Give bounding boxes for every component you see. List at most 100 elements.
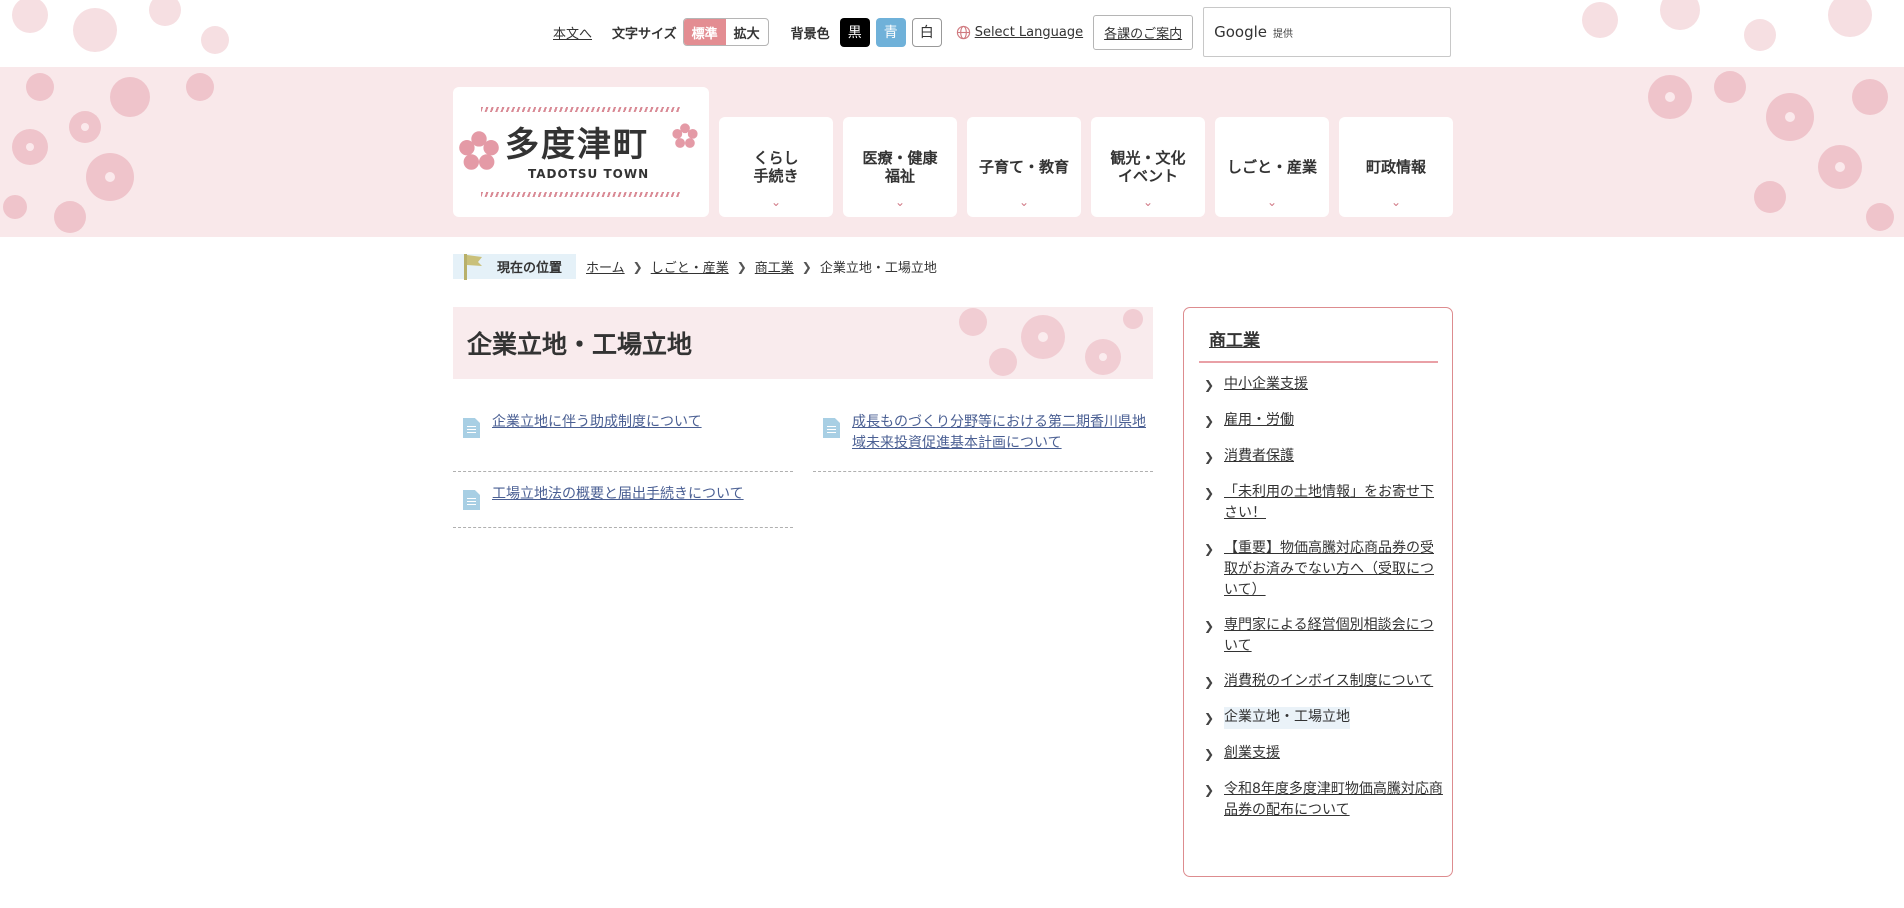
sidebar-item: ❯ 創業支援 — [1204, 743, 1444, 765]
select-language-link[interactable]: Select Language — [956, 25, 1083, 40]
sidebar-item: ❯ 消費者保護 — [1204, 446, 1444, 468]
breadcrumb: 現在の位置 ホーム ❯ しごと・産業 ❯ 商工業 ❯ 企業立地・工場立地 — [453, 254, 937, 280]
bg-white-button[interactable]: 白 — [911, 17, 942, 47]
google-brand: Google — [1214, 23, 1268, 41]
nav-item-education[interactable]: 子育て・教育 ⌄ — [967, 117, 1081, 217]
chevron-down-icon: ⌄ — [1390, 195, 1402, 209]
chevron-right-icon: ❯ — [736, 259, 747, 274]
font-size-label: 文字サイズ — [612, 26, 677, 42]
sidebar-item: ❯ 令和8年度多度津町物価高騰対応商品券の配布について — [1204, 779, 1444, 821]
breadcrumb-home[interactable]: ホーム — [586, 257, 625, 276]
sidebar-item: ❯ 専門家による経営個別相談会について — [1204, 615, 1444, 657]
nav-item-living[interactable]: くらし 手続き ⌄ — [719, 117, 833, 217]
font-large-button[interactable]: 拡大 — [726, 19, 768, 45]
list-item: 企業立地に伴う助成制度について — [453, 406, 793, 472]
nav-label: 町政情報 — [1365, 158, 1426, 176]
font-standard-button[interactable]: 標準 — [683, 19, 726, 45]
sidebar-link[interactable]: 消費税のインボイス制度について — [1224, 671, 1433, 693]
sidebar-item: ❯ 「未利用の土地情報」をお寄せ下さい！ — [1204, 482, 1444, 524]
list-item: 成長ものづくり分野等における第二期香川県地域未来投資促進基本計画について — [813, 406, 1153, 472]
sidebar-link[interactable]: 【重要】物価高騰対応商品券の受取がお済みでない方へ（受取について） — [1224, 538, 1444, 601]
sidebar-title-link[interactable]: 商工業 — [1209, 326, 1260, 351]
utility-bar: 本文へ 文字サイズ 標準 拡大 背景色 黒 青 白 Select Languag… — [0, 0, 1904, 67]
sakura-decoration-left — [12, 0, 229, 54]
page-link[interactable]: 工場立地法の概要と届出手続きについて — [492, 484, 744, 515]
nav-item-health[interactable]: 医療・健康 福祉 ⌄ — [843, 117, 957, 217]
sidebar-link[interactable]: 専門家による経営個別相談会について — [1224, 615, 1444, 657]
flag-icon — [464, 254, 482, 280]
document-icon — [463, 418, 480, 438]
breadcrumb-commerce[interactable]: 商工業 — [755, 257, 794, 276]
chevron-right-icon: ❯ — [1204, 783, 1215, 797]
skip-to-content-link[interactable]: 本文へ — [553, 23, 592, 42]
sakura-icon — [459, 131, 499, 170]
chevron-right-icon: ❯ — [1204, 414, 1215, 428]
chevron-right-icon: ❯ — [1204, 711, 1215, 725]
nav-label: 医療・健康 福祉 — [862, 149, 938, 185]
sidebar-link[interactable]: 令和8年度多度津町物価高騰対応商品券の配布について — [1224, 779, 1444, 821]
chevron-right-icon: ❯ — [632, 259, 643, 274]
page-title: 企業立地・工場立地 — [467, 330, 693, 359]
google-provided-label: 提供 — [1273, 28, 1294, 40]
nav-item-business[interactable]: しごと・産業 ⌄ — [1215, 117, 1329, 217]
page-link[interactable]: 成長ものづくり分野等における第二期香川県地域未来投資促進基本計画について — [852, 412, 1153, 459]
chevron-right-icon: ❯ — [1204, 486, 1215, 500]
logo-stripe-top — [481, 107, 681, 112]
logo-stripe-bottom — [481, 192, 681, 197]
logo-title: 多度津町 — [505, 125, 649, 165]
sidebar-link[interactable]: 中小企業支援 — [1224, 374, 1308, 396]
sidebar-link[interactable]: 創業支援 — [1224, 743, 1280, 765]
sidebar-link[interactable]: 消費者保護 — [1224, 446, 1294, 468]
document-icon — [463, 490, 480, 510]
breadcrumb-items: ホーム ❯ しごと・産業 ❯ 商工業 ❯ 企業立地・工場立地 — [586, 257, 937, 277]
list-item: 工場立地法の概要と届出手続きについて — [453, 478, 793, 528]
nav-label: しごと・産業 — [1226, 158, 1317, 176]
sidebar-link[interactable]: 雇用・労働 — [1224, 410, 1294, 432]
sidebar-item: ❯ 雇用・労働 — [1204, 410, 1444, 432]
breadcrumb-label-box: 現在の位置 — [453, 254, 577, 280]
sidebar-current-page: 企業立地・工場立地 — [1224, 707, 1350, 729]
document-icon — [823, 418, 840, 438]
sakura-title-decoration — [959, 308, 1143, 376]
sakura-decoration-right — [1582, 0, 1872, 51]
sidebar-item: ❯ 中小企業支援 — [1204, 374, 1444, 396]
chevron-right-icon: ❯ — [1204, 450, 1215, 464]
sakura-small-icon — [672, 123, 698, 148]
sidebar-item: ❯ 消費税のインボイス制度について — [1204, 671, 1444, 693]
chevron-right-icon: ❯ — [1204, 542, 1215, 556]
bg-black-button[interactable]: 黒 — [839, 17, 870, 47]
chevron-right-icon: ❯ — [1204, 619, 1215, 633]
sidebar-divider — [1199, 361, 1438, 363]
chevron-down-icon: ⌄ — [894, 195, 906, 209]
sidebar-link[interactable]: 「未利用の土地情報」をお寄せ下さい！ — [1224, 482, 1444, 524]
nav-item-tourism[interactable]: 観光・文化 イベント ⌄ — [1091, 117, 1205, 217]
town-logo[interactable]: 多度津町 TADOTSU TOWN — [453, 87, 709, 217]
breadcrumb-business[interactable]: しごと・産業 — [651, 257, 729, 276]
sidebar-local-nav: 商工業 ❯ 中小企業支援 ❯ 雇用・労働 ❯ 消費者保護 ❯ 「未利用の土地情報… — [1183, 307, 1453, 877]
chevron-right-icon: ❯ — [1204, 675, 1215, 689]
nav-label: 観光・文化 イベント — [1110, 149, 1186, 185]
chevron-right-icon: ❯ — [1204, 378, 1215, 392]
sidebar-list: ❯ 中小企業支援 ❯ 雇用・労働 ❯ 消費者保護 ❯ 「未利用の土地情報」をお寄… — [1204, 374, 1444, 835]
bg-color-label: 背景色 — [790, 26, 830, 42]
chevron-down-icon: ⌄ — [1266, 195, 1278, 209]
global-nav: くらし 手続き ⌄ 医療・健康 福祉 ⌄ 子育て・教育 ⌄ 観光・文化 イベント… — [719, 117, 1453, 217]
breadcrumb-current: 企業立地・工場立地 — [819, 261, 937, 276]
chevron-down-icon: ⌄ — [1142, 195, 1154, 209]
site-search-box[interactable]: Google 提供 — [1203, 7, 1452, 57]
nav-label: くらし 手続き — [753, 149, 799, 185]
department-guide-button[interactable]: 各課のご案内 — [1093, 14, 1194, 50]
sidebar-item: ❯ 【重要】物価高騰対応商品券の受取がお済みでない方へ（受取について） — [1204, 538, 1444, 601]
page-title-banner: 企業立地・工場立地 — [453, 307, 1153, 379]
chevron-right-icon: ❯ — [801, 259, 812, 274]
font-size-toggle: 標準 拡大 — [682, 18, 769, 46]
nav-label: 子育て・教育 — [978, 158, 1069, 176]
page-link[interactable]: 企業立地に伴う助成制度について — [492, 412, 702, 459]
globe-icon — [956, 25, 970, 39]
bg-blue-button[interactable]: 青 — [875, 17, 906, 47]
chevron-down-icon: ⌄ — [1018, 195, 1030, 209]
nav-item-government[interactable]: 町政情報 ⌄ — [1339, 117, 1453, 217]
sidebar-item-current: ❯ 企業立地・工場立地 — [1204, 707, 1444, 729]
chevron-down-icon: ⌄ — [770, 195, 782, 209]
logo-subtitle: TADOTSU TOWN — [528, 167, 650, 181]
